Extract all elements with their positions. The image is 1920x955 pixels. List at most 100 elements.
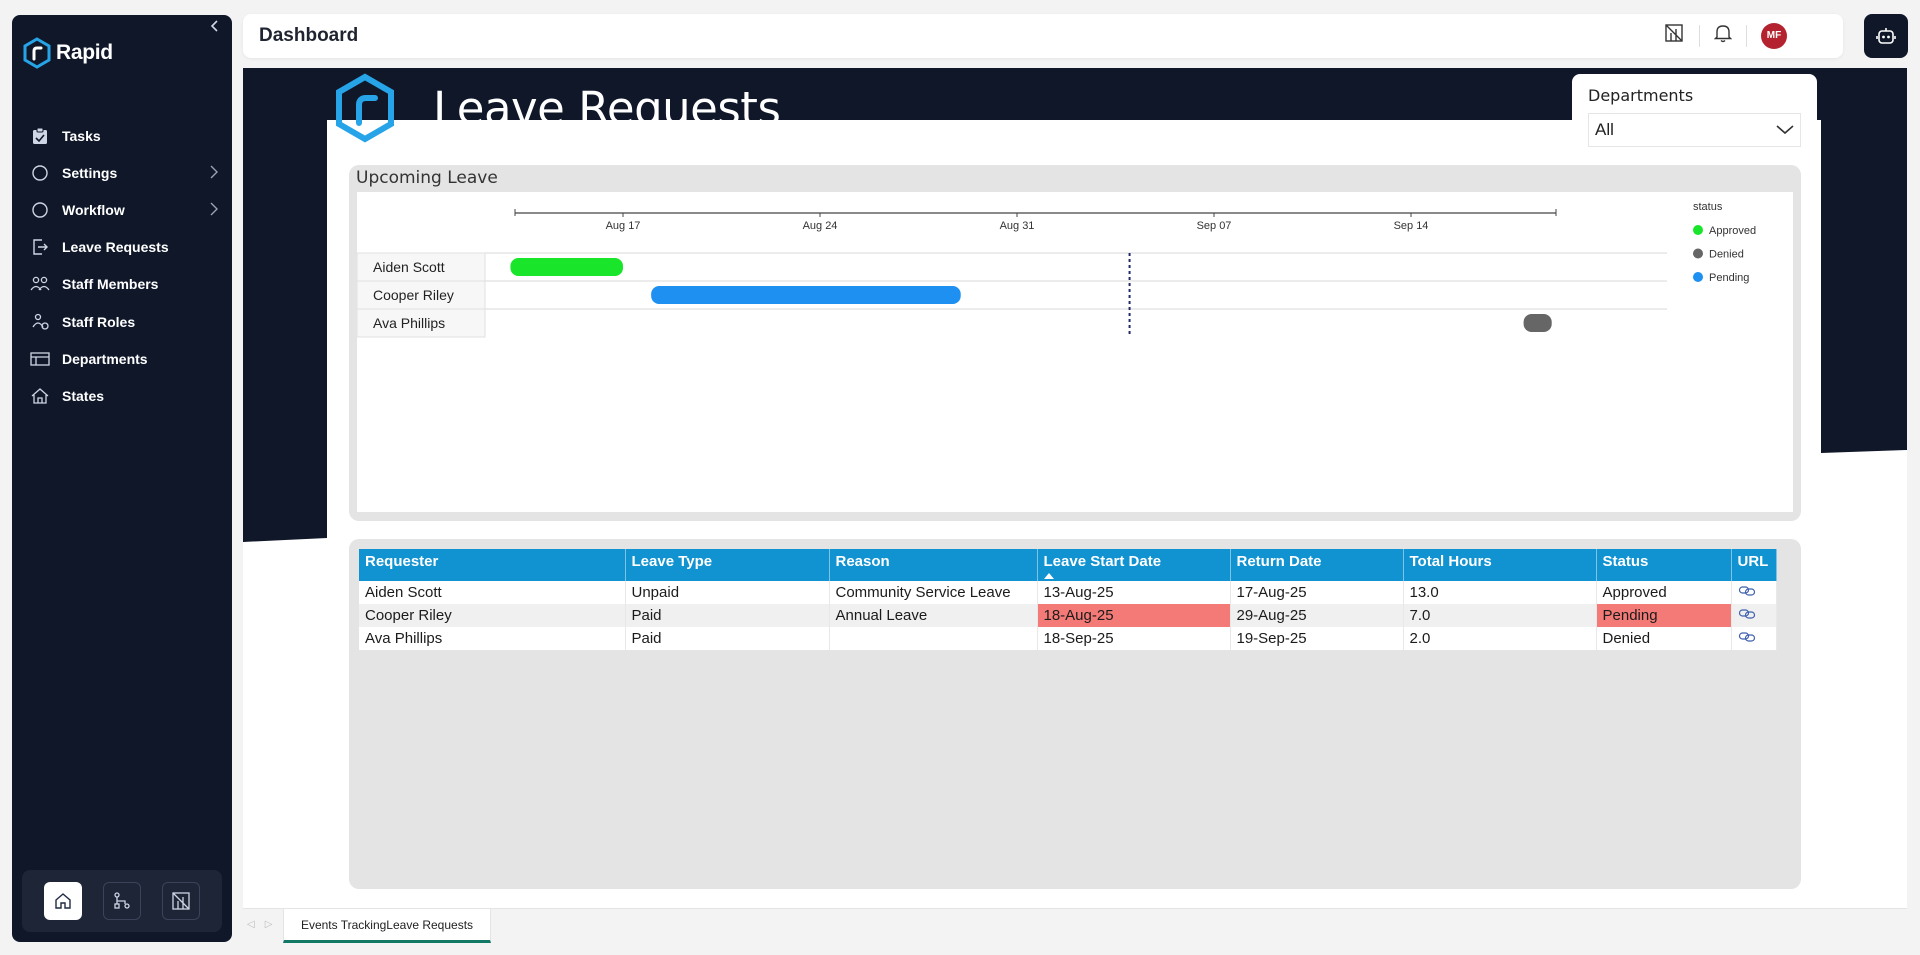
- legend-title: status: [1693, 201, 1723, 213]
- link-icon: [1738, 586, 1755, 596]
- sidebar-item-states[interactable]: States: [12, 377, 232, 414]
- tick-label: Aug 31: [1000, 220, 1035, 232]
- powerbi-icon: [171, 892, 190, 910]
- table-cell: Paid: [625, 627, 830, 650]
- departments-dropdown[interactable]: All: [1588, 113, 1801, 147]
- link-icon: [1738, 632, 1755, 642]
- column-header[interactable]: Total Hours: [1403, 549, 1597, 581]
- sort-ascending-icon: [1043, 573, 1054, 579]
- prev-page-icon[interactable]: ◁: [247, 919, 255, 930]
- row-label: Ava Phillips: [373, 315, 445, 331]
- gantt-bar[interactable]: [651, 286, 961, 304]
- sidebar-item-departments[interactable]: Departments: [12, 340, 232, 377]
- table-cell: 17-Aug-25: [1230, 581, 1404, 604]
- url-link[interactable]: [1731, 604, 1777, 627]
- divider: [1746, 24, 1747, 47]
- sidebar-item-label: Leave Requests: [62, 239, 169, 256]
- table-cell: 2.0: [1403, 627, 1597, 650]
- column-header[interactable]: Leave Type: [625, 549, 830, 581]
- page-navigation: ◁ ▷: [247, 919, 272, 930]
- legend-label: Approved: [1709, 225, 1756, 237]
- chevron-right-icon: [210, 165, 218, 182]
- page-tab[interactable]: Events TrackingLeave Requests: [283, 909, 491, 943]
- sidebar: Rapid Tasks Settings Workflow Leave Requ…: [12, 15, 232, 942]
- gantt-bar[interactable]: [1523, 314, 1552, 332]
- sidebar-item-label: Settings: [62, 164, 118, 181]
- rapid-logo-icon: [23, 37, 51, 69]
- column-header[interactable]: Leave Start Date: [1037, 549, 1231, 581]
- sidebar-item-staff-members[interactable]: Staff Members: [12, 266, 232, 303]
- avatar[interactable]: MF: [1761, 22, 1787, 49]
- powerbi-report-button[interactable]: [1663, 22, 1685, 49]
- gantt-bar[interactable]: [510, 258, 623, 276]
- rapid-logo-icon: [333, 73, 397, 150]
- column-header[interactable]: Reason: [829, 549, 1038, 581]
- workflow-button[interactable]: [102, 882, 141, 920]
- sidebar-item-label: Staff Members: [62, 276, 159, 293]
- upcoming-leave-panel: Upcoming Leave Aug 17 Aug 24 Aug 31 Sep 07 S…: [349, 165, 1801, 521]
- column-header[interactable]: Status: [1596, 549, 1732, 581]
- report-footer: ◁ ▷ Events TrackingLeave Requests: [243, 908, 1907, 943]
- sidebar-item-label: Staff Roles: [62, 313, 136, 330]
- circle-icon: [30, 200, 50, 220]
- column-header[interactable]: URL: [1731, 549, 1777, 581]
- table-row: Cooper Riley Paid Annual Leave 18-Aug-25 29-…: [359, 604, 1777, 627]
- sidebar-item-label: Tasks: [62, 127, 101, 144]
- departments-filter: Departments All: [1572, 74, 1817, 152]
- table-cell: Approved: [1596, 581, 1732, 604]
- sidebar-nav: Tasks Settings Workflow Leave Requests S…: [12, 117, 232, 415]
- roles-icon: [30, 312, 50, 332]
- bell-icon: [1713, 25, 1733, 43]
- table-cell: Pending: [1596, 604, 1732, 627]
- chevron-right-icon: [210, 202, 218, 219]
- notifications-button[interactable]: [1713, 23, 1733, 48]
- page-title: Dashboard: [259, 25, 359, 46]
- legend-label: Pending: [1709, 272, 1749, 284]
- tick-label: Aug 17: [606, 220, 641, 232]
- powerbi-icon: [1665, 24, 1683, 42]
- table-cell: 19-Sep-25: [1230, 627, 1404, 650]
- table-cell: 7.0: [1403, 604, 1597, 627]
- table-cell: 13.0: [1403, 581, 1597, 604]
- link-icon: [1738, 609, 1755, 619]
- table-cell: Unpaid: [625, 581, 830, 604]
- brand[interactable]: Rapid: [22, 37, 113, 69]
- sidebar-item-settings[interactable]: Settings: [12, 154, 232, 191]
- report-canvas: Leave Requests Departments All Upcoming …: [243, 68, 1907, 908]
- column-header[interactable]: Requester: [359, 549, 626, 581]
- table-row: Aiden Scott Unpaid Community Service Leave…: [359, 581, 1777, 604]
- top-header: Dashboard MF: [243, 14, 1843, 58]
- next-page-icon[interactable]: ▷: [265, 919, 273, 930]
- powerbi-button[interactable]: [161, 882, 200, 920]
- house-icon: [30, 386, 50, 406]
- sidebar-item-label: Workflow: [62, 201, 125, 218]
- table-cell: Aiden Scott: [359, 581, 626, 604]
- home-button[interactable]: [44, 882, 83, 920]
- sidebar-item-workflow[interactable]: Workflow: [12, 191, 232, 228]
- table-cell: Denied: [1596, 627, 1732, 650]
- table-cell: [829, 627, 1038, 650]
- assistant-bot-button[interactable]: [1864, 14, 1908, 58]
- report-title: Leave Requests: [433, 82, 781, 135]
- sidebar-item-leave-requests[interactable]: Leave Requests: [12, 229, 232, 266]
- legend-swatch: [1693, 225, 1703, 235]
- header-actions: MF: [1663, 22, 1787, 49]
- divider: [1699, 24, 1700, 47]
- table-cell: Ava Phillips: [359, 627, 626, 650]
- table-cell: 18-Aug-25: [1037, 604, 1231, 627]
- sidebar-item-tasks[interactable]: Tasks: [12, 117, 232, 154]
- url-link[interactable]: [1731, 581, 1777, 604]
- tick-label: Sep 07: [1197, 220, 1232, 232]
- tick-label: Aug 24: [803, 220, 838, 232]
- gantt-svg: Aug 17 Aug 24 Aug 31 Sep 07 Sep 14 Aiden Scot…: [356, 201, 1756, 338]
- url-link[interactable]: [1731, 627, 1777, 650]
- chevron-down-icon: [1776, 125, 1794, 135]
- table-cell: 13-Aug-25: [1037, 581, 1231, 604]
- column-header[interactable]: Return Date: [1230, 549, 1404, 581]
- workflow-icon: [114, 892, 130, 909]
- tick-label: Sep 14: [1394, 220, 1429, 232]
- clipboard-icon: [30, 126, 50, 146]
- sidebar-item-staff-roles[interactable]: Staff Roles: [12, 303, 232, 340]
- collapse-sidebar-button[interactable]: [210, 19, 226, 39]
- exit-icon: [30, 237, 50, 257]
